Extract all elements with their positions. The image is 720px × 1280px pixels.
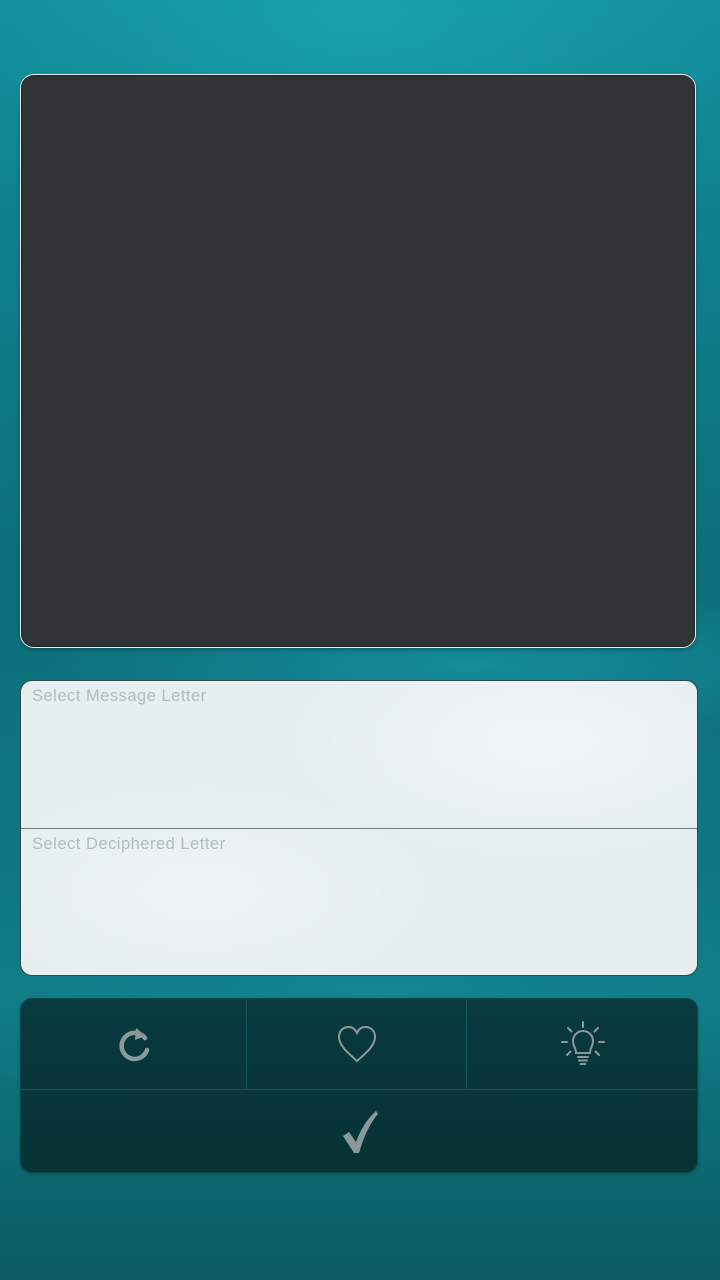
message-letter-label: Select Message Letter [32, 687, 207, 705]
favorite-button[interactable] [247, 999, 467, 1089]
lightbulb-icon [561, 1021, 605, 1065]
refresh-button[interactable] [21, 999, 247, 1089]
letter-selection-panel: Select Message Letter Select Deciphered … [20, 680, 698, 976]
cipher-display-panel [20, 74, 696, 648]
hint-button[interactable] [467, 999, 697, 1089]
deciphered-letter-label: Select Deciphered Letter [32, 835, 226, 853]
refresh-icon [118, 1028, 149, 1062]
message-letter-selector[interactable]: Select Message Letter [21, 681, 697, 828]
submit-button[interactable] [21, 1089, 697, 1172]
deciphered-letter-selector[interactable]: Select Deciphered Letter [21, 828, 697, 975]
checkmark-icon [343, 1111, 378, 1153]
heart-icon [337, 1025, 376, 1063]
controls-panel [20, 998, 698, 1173]
